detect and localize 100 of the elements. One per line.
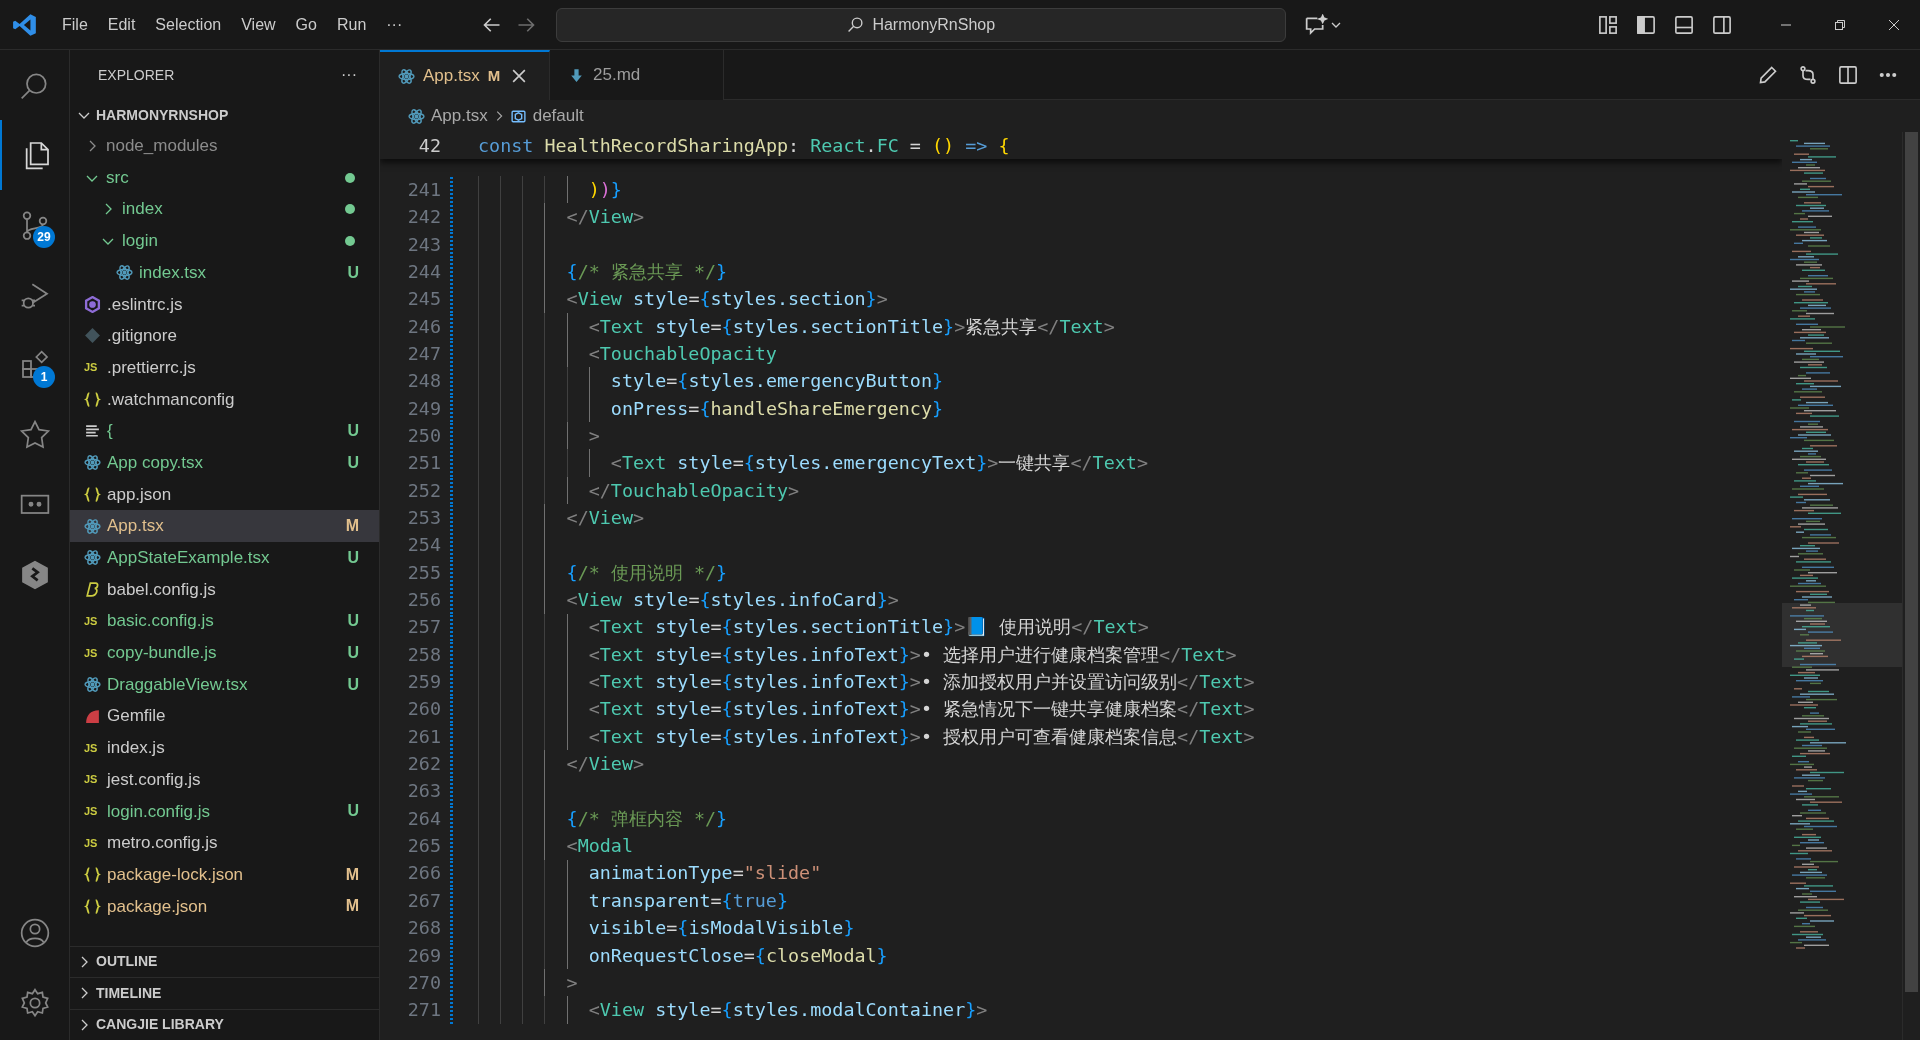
scrollbar[interactable]: [1902, 132, 1920, 1040]
menu-item[interactable]: Edit: [97, 8, 146, 41]
b-letter-icon: [84, 580, 101, 598]
panel-toggle-icon[interactable]: [1674, 14, 1694, 35]
code-line: const HealthRecordSharingApp: React.FC = () => {: [478, 133, 1010, 158]
file-tree-item[interactable]: node_modules: [70, 130, 379, 162]
atom-icon: [116, 264, 133, 282]
file-tree-item[interactable]: babel.config.js: [70, 573, 379, 606]
breadcrumb-item[interactable]: App.tsx: [408, 103, 488, 129]
file-tree-item[interactable]: DraggableView.tsx U: [70, 668, 379, 701]
file-tree-item[interactable]: package-lock.json M: [70, 858, 379, 891]
file-tree-item[interactable]: login: [70, 225, 379, 257]
file-tree-item[interactable]: src: [70, 161, 379, 194]
chat-sparkle-icon[interactable]: [1304, 13, 1329, 36]
line-number: 254: [406, 533, 441, 558]
line-number: 248: [406, 369, 441, 394]
file-tree-item[interactable]: .gitignore: [70, 320, 379, 352]
file-name: jest.config.js: [107, 768, 202, 791]
line-number: 257: [406, 615, 441, 640]
panel-header[interactable]: CANGJIE LIBRARY: [70, 1008, 379, 1040]
file-tree-item[interactable]: AppStateExample.tsx U: [70, 541, 379, 574]
line-number: 260: [406, 697, 441, 722]
file-tree-item[interactable]: JS copy-bundle.js U: [70, 637, 379, 669]
file-tree-item[interactable]: App.tsx M: [70, 510, 379, 542]
close-icon[interactable]: [1888, 18, 1900, 31]
file-name: index.tsx: [139, 261, 208, 284]
line-number: 256: [406, 588, 441, 613]
file-name: App copy.tsx: [107, 451, 205, 474]
code-line: onRequestClose={closeModal}: [478, 941, 888, 969]
file-tree-item[interactable]: index.tsx U: [70, 256, 379, 289]
file-name: .prettierrc.js: [107, 356, 197, 379]
split-editor-icon[interactable]: [1838, 64, 1858, 85]
file-tree-item[interactable]: JS metro.config.js: [70, 827, 379, 859]
git-status-label: M: [487, 65, 501, 86]
line-number: 250: [406, 423, 441, 448]
file-tree-item[interactable]: app.json: [70, 478, 379, 511]
file-name: AppStateExample.tsx: [107, 547, 271, 570]
line-number: 263: [406, 779, 441, 804]
folder-header[interactable]: HARMONYRNSHOP: [70, 100, 379, 130]
file-tree-item[interactable]: JS login.config.js U: [70, 795, 379, 828]
menu-item[interactable]: Run: [326, 8, 377, 41]
code-line: <Text style={styles.infoText}>• 添加授权用户并设置访问级别</Text>: [478, 668, 1255, 696]
file-tree-item[interactable]: { U: [70, 415, 379, 447]
count-badge: 1: [33, 366, 55, 388]
file-name: index: [122, 198, 164, 221]
braces-icon: [84, 897, 101, 915]
menu-item[interactable]: Go: [285, 8, 327, 41]
menu-item[interactable]: Selection: [145, 8, 232, 41]
code-line: <Text style={styles.emergencyText}>一键共享</Text>: [478, 449, 1148, 477]
file-tree-item[interactable]: App copy.tsx U: [70, 446, 379, 479]
file-tree-item[interactable]: .eslintrc.js: [70, 288, 379, 321]
file-tree-item[interactable]: package.json M: [70, 890, 379, 923]
activity-button[interactable]: 1: [0, 330, 70, 400]
editor-tab[interactable]: App.tsx M: [380, 50, 550, 100]
panel-header[interactable]: OUTLINE: [70, 945, 379, 977]
line-number: 249: [406, 396, 441, 421]
file-tree-item[interactable]: index: [70, 193, 379, 226]
layout-grid-icon[interactable]: [1598, 14, 1618, 35]
git-status-label: U: [347, 642, 359, 663]
js-icon: JS: [84, 803, 101, 820]
file-tree-item[interactable]: .watchmanconfig: [70, 383, 379, 416]
code-line: </View>: [478, 203, 645, 231]
code-line: ))}: [478, 176, 622, 204]
line-number: 261: [406, 724, 441, 749]
line-number: 241: [406, 177, 441, 202]
menu-item[interactable]: File: [52, 8, 98, 41]
breadcrumb-item[interactable]: default: [509, 103, 584, 129]
activity-button[interactable]: 29: [0, 190, 70, 260]
editor-tab[interactable]: 25.md: [550, 50, 724, 100]
code-line: onPress={handleShareEmergency}: [478, 394, 944, 423]
compare-icon[interactable]: [1798, 64, 1818, 85]
panel-header[interactable]: TIMELINE: [70, 977, 379, 1009]
close-icon[interactable]: [512, 69, 527, 83]
sidebar-toggle-icon[interactable]: [1636, 14, 1656, 35]
file-tree-item[interactable]: JS basic.config.js U: [70, 605, 379, 637]
file-name: app.json: [107, 483, 173, 506]
line-number: 242: [406, 205, 441, 230]
cube-icon: [509, 107, 527, 125]
file-tree-item[interactable]: JS .prettierrc.js: [70, 351, 379, 384]
code-line: <Text style={styles.infoText}>• 紧急情况下一键共享健康档案</Text>: [478, 695, 1255, 723]
menu-item[interactable]: ···: [376, 8, 413, 41]
js-icon: JS: [84, 359, 101, 376]
file-tree-item[interactable]: JS index.js: [70, 732, 379, 764]
pencil-icon[interactable]: [1758, 64, 1778, 85]
file-name: .eslintrc.js: [107, 293, 184, 316]
more-actions-button[interactable]: ···: [341, 63, 357, 87]
line-number: 42: [417, 133, 441, 158]
hexagon-icon: [84, 295, 101, 313]
file-tree-item[interactable]: JS jest.config.js: [70, 763, 379, 796]
code-line: visible={isModalVisible}: [478, 914, 855, 942]
file-name: src: [106, 166, 130, 189]
secondary-sidebar-icon[interactable]: [1712, 14, 1732, 35]
file-name: login: [122, 230, 159, 253]
search-field[interactable]: HarmonyRnShop: [556, 7, 1287, 42]
git-status-label: M: [345, 516, 359, 537]
restore-icon[interactable]: [1834, 18, 1846, 31]
menu-item[interactable]: View: [231, 8, 286, 41]
file-tree-item[interactable]: Gemfile: [70, 700, 379, 733]
account-icon: [19, 917, 51, 949]
file-name: .watchmanconfig: [107, 388, 236, 411]
